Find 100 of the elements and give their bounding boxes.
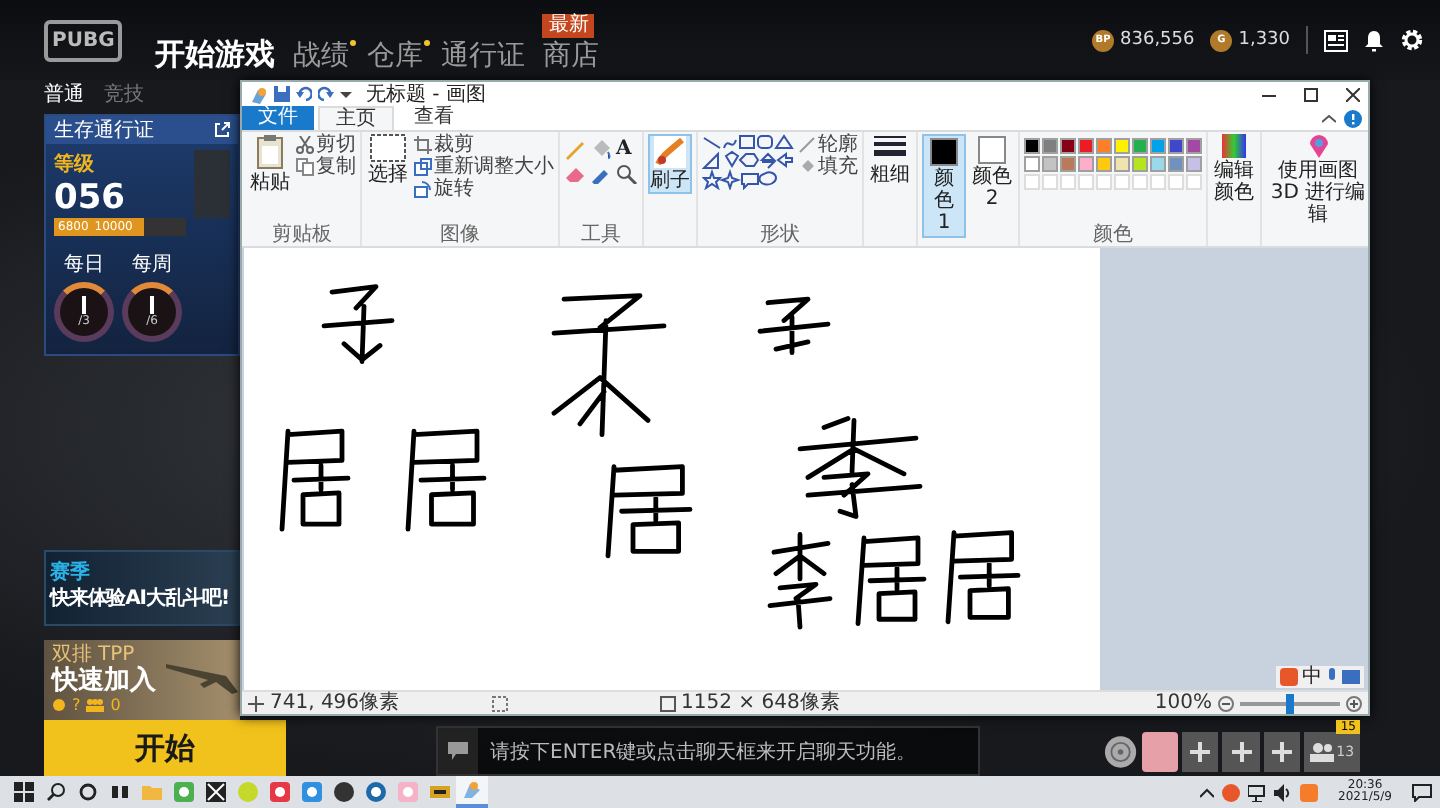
- palette-swatch[interactable]: [1078, 156, 1094, 172]
- show-hidden-icons-icon[interactable]: [1200, 787, 1215, 797]
- edit-colors-button[interactable]: 编辑颜色: [1212, 134, 1256, 204]
- mic-icon: [1326, 668, 1338, 686]
- palette-swatch[interactable]: [1186, 156, 1202, 172]
- palette-swatch[interactable]: [1132, 138, 1148, 154]
- record-disc-icon[interactable]: [1104, 733, 1138, 769]
- drawing-canvas[interactable]: [244, 248, 1100, 690]
- color-button[interactable]: 颜色 1: [922, 134, 966, 238]
- nav-tab[interactable]: 通行证: [440, 37, 525, 73]
- rotate-button[interactable]: 旋转: [414, 178, 554, 200]
- palette-swatch[interactable]: [1024, 156, 1040, 172]
- help-icon[interactable]: [1344, 109, 1362, 127]
- paint-3d-button[interactable]: 使用画图 3D 进行编辑: [1266, 134, 1370, 226]
- dropdown-icon[interactable]: [340, 88, 352, 100]
- ribbon-tab[interactable]: 主页: [318, 106, 394, 130]
- close-icon[interactable]: [1346, 87, 1360, 101]
- ribbon-tab[interactable]: 查看: [398, 106, 470, 130]
- start-button[interactable]: 开始: [44, 720, 286, 776]
- crop-button[interactable]: 裁剪: [414, 134, 554, 156]
- speaker-icon[interactable]: [1274, 783, 1293, 801]
- redo-icon[interactable]: [318, 86, 334, 102]
- maximize-icon[interactable]: [1304, 87, 1318, 101]
- ime-toolbar[interactable]: 中: [1276, 666, 1364, 688]
- fill-bucket-icon[interactable]: [590, 140, 612, 160]
- color-picker-icon[interactable]: [590, 164, 612, 184]
- search-icon[interactable]: [46, 782, 66, 802]
- palette-swatch[interactable]: [1078, 138, 1094, 154]
- text-tool[interactable]: A: [616, 140, 638, 160]
- mode-tab[interactable]: 普通: [44, 80, 84, 108]
- plus-icon: [1271, 741, 1292, 761]
- palette-swatch[interactable]: [1168, 156, 1184, 172]
- eraser-icon[interactable]: [564, 164, 586, 184]
- copy-icon: [296, 158, 314, 176]
- save-icon[interactable]: [274, 86, 290, 102]
- palette-swatch[interactable]: [1096, 156, 1112, 172]
- zoom-level: 100%: [1154, 692, 1212, 714]
- palette-swatch[interactable]: [1042, 156, 1058, 172]
- invite-slot[interactable]: [1181, 731, 1219, 771]
- slider-thumb[interactable]: [1286, 693, 1294, 713]
- quick-join-card[interactable]: 双排 TPP 快速加入 ? 0: [44, 640, 240, 720]
- mission-label: 每周: [132, 252, 172, 278]
- wait-time: ?: [72, 696, 81, 714]
- task-view-icon[interactable]: [110, 782, 130, 802]
- brushes-button[interactable]: 刷子: [648, 134, 692, 194]
- collapse-ribbon-icon[interactable]: [1322, 113, 1336, 123]
- nav-tab[interactable]: 战绩: [292, 37, 349, 73]
- invite-slot[interactable]: [1263, 731, 1301, 771]
- news-icon[interactable]: [1324, 29, 1348, 51]
- resize-button[interactable]: 重新调整大小: [414, 156, 554, 178]
- app-icon[interactable]: [430, 782, 450, 802]
- new-badge: 最新: [542, 13, 595, 37]
- nav-tab[interactable]: 仓库: [366, 37, 423, 73]
- palette-swatch[interactable]: [1060, 156, 1076, 172]
- card-title: 生存通行证: [54, 117, 154, 144]
- palette-swatch[interactable]: [1132, 156, 1148, 172]
- app-icon[interactable]: [206, 782, 226, 802]
- zoom-out-icon[interactable]: [1218, 695, 1234, 711]
- external-link-icon[interactable]: [214, 122, 230, 138]
- palette-swatch[interactable]: [1060, 138, 1076, 154]
- palette-swatch[interactable]: [1186, 138, 1202, 154]
- paste-button[interactable]: 粘贴: [248, 134, 292, 194]
- mode-tab[interactable]: 竞技: [104, 80, 144, 108]
- palette-swatch[interactable]: [1168, 138, 1184, 154]
- group-label: 剪贴板: [270, 224, 334, 246]
- copy-button[interactable]: 复制: [296, 156, 356, 178]
- palette-swatch[interactable]: [1024, 138, 1040, 154]
- palette-swatch[interactable]: [1042, 138, 1058, 154]
- invite-slot[interactable]: [1222, 731, 1260, 771]
- cortana-icon[interactable]: [78, 782, 98, 802]
- shapes-gallery[interactable]: [702, 134, 794, 190]
- start-icon[interactable]: [14, 782, 34, 802]
- undo-icon[interactable]: [296, 86, 312, 102]
- notification-icon[interactable]: [1412, 783, 1432, 801]
- cut-button[interactable]: 剪切: [296, 134, 356, 156]
- network-icon[interactable]: [1248, 783, 1267, 801]
- zoom-in-icon[interactable]: [1346, 695, 1362, 711]
- nav-tab[interactable]: 商店: [542, 37, 599, 73]
- bell-icon[interactable]: [1364, 29, 1384, 51]
- select-button[interactable]: 选择: [366, 134, 410, 186]
- palette-swatch[interactable]: [1150, 156, 1166, 172]
- plus-icon: [1231, 741, 1252, 761]
- event-banner[interactable]: 赛季 快来体验AI大乱斗吧!: [44, 550, 240, 626]
- palette-swatch[interactable]: [1096, 138, 1112, 154]
- ime-mode[interactable]: 中: [1302, 666, 1322, 688]
- nav-tab[interactable]: 开始游戏: [154, 35, 275, 73]
- magnifier-icon[interactable]: [616, 164, 638, 184]
- size-button[interactable]: 粗细: [868, 134, 912, 186]
- color-button[interactable]: 颜色 2: [970, 134, 1014, 212]
- palette-swatch[interactable]: [1150, 138, 1166, 154]
- settings-icon[interactable]: [1400, 28, 1424, 52]
- palette-swatch[interactable]: [1114, 138, 1130, 154]
- outline-button[interactable]: 轮廓: [798, 134, 858, 156]
- cursor-position: 741, 496像素: [270, 692, 400, 714]
- avatar-picture[interactable]: [1141, 731, 1178, 771]
- fill-button[interactable]: 填充: [798, 156, 858, 178]
- file-tab[interactable]: 文件: [242, 106, 314, 130]
- clock-icon: [52, 698, 66, 712]
- paint-app-icon[interactable]: [462, 780, 482, 800]
- palette-swatch[interactable]: [1114, 156, 1130, 172]
